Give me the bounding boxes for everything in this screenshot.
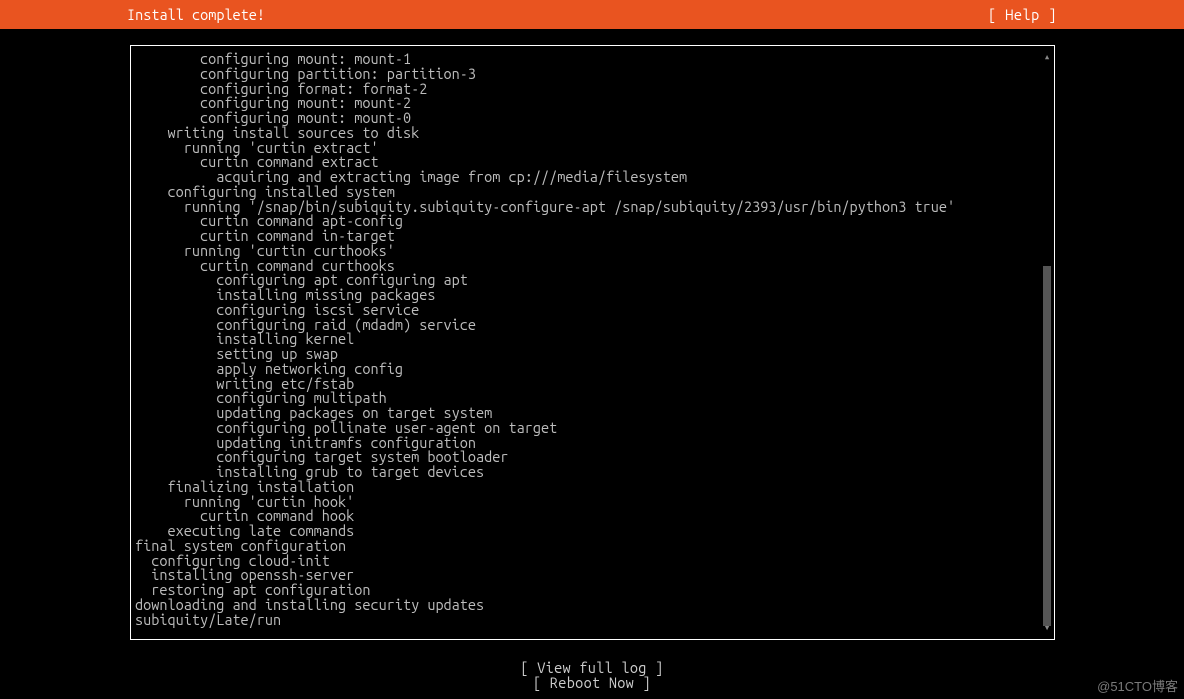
install-log-frame: configuring mount: mount-1 configuring p… (130, 45, 1055, 640)
scrollbar-thumb[interactable] (1043, 266, 1051, 626)
reboot-now-button[interactable]: [ Reboot Now ] (0, 675, 1184, 690)
scrollbar-track[interactable]: ▴ ▾ (1043, 52, 1051, 633)
install-log-content: configuring mount: mount-1 configuring p… (131, 52, 1054, 627)
install-title: Install complete! (127, 6, 265, 23)
header-bar: Install complete! [ Help ] (0, 0, 1184, 29)
footer-actions: [ View full log ] [ Reboot Now ] (0, 660, 1184, 690)
scroll-up-arrow-icon[interactable]: ▴ (1043, 52, 1051, 62)
scroll-down-arrow-icon[interactable]: ▾ (1043, 623, 1051, 633)
help-button[interactable]: [ Help ] (988, 6, 1057, 23)
view-full-log-button[interactable]: [ View full log ] (0, 660, 1184, 675)
watermark-text: @51CTO博客 (1097, 676, 1178, 695)
